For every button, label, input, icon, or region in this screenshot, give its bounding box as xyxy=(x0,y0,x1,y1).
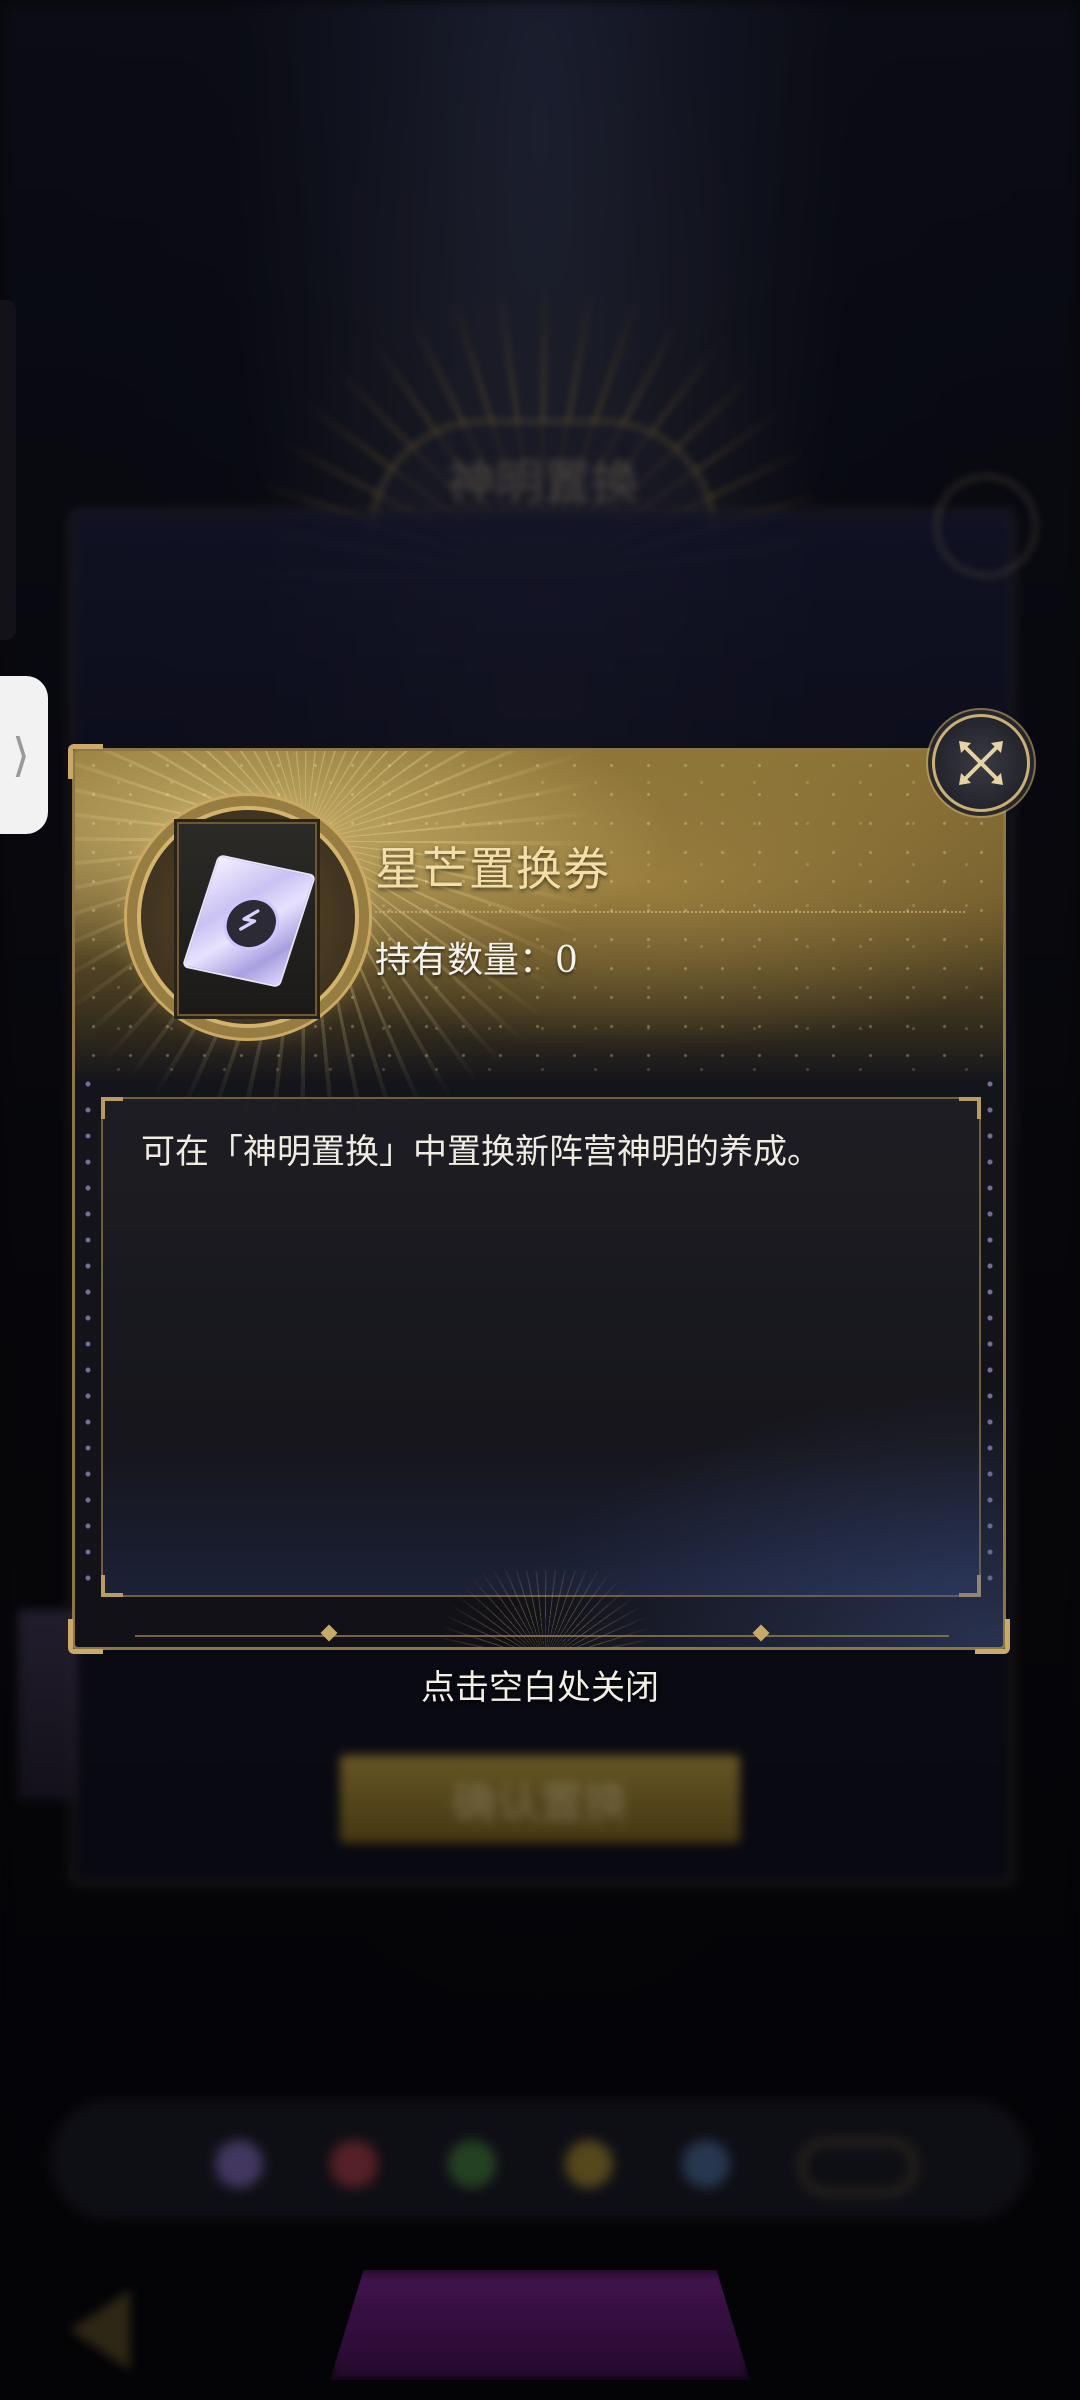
item-description: 可在「神明置换」中置换新阵营神明的养成。 xyxy=(141,1132,821,1172)
tap-to-close-hint: 点击空白处关闭 xyxy=(421,1668,659,1708)
item-name: 星芒置换券 xyxy=(375,842,610,896)
item-icon-card xyxy=(177,822,317,1016)
header-divider xyxy=(375,911,965,913)
modal-frame: 星芒置换券 持有数量：0 可在「神明置换」中置换新阵营神明的养成。 xyxy=(72,748,1006,1650)
footer-divider xyxy=(135,1635,949,1637)
footer-diamond-ornament xyxy=(320,1624,338,1642)
item-count-value: 0 xyxy=(555,940,578,981)
side-strip xyxy=(0,300,16,640)
close-icon xyxy=(959,741,1003,785)
corner-ornament xyxy=(101,1575,123,1597)
frame-corner-ornament xyxy=(68,744,103,779)
frame-corner-ornament xyxy=(975,1619,1010,1654)
corner-ornament xyxy=(101,1097,123,1119)
modal-header: 星芒置换券 持有数量：0 xyxy=(75,751,1003,1191)
footer-rays xyxy=(415,1571,675,1647)
corner-ornament xyxy=(959,1097,981,1119)
side-panel-handle[interactable]: ⟩ xyxy=(0,676,48,834)
item-detail-modal: 星芒置换券 持有数量：0 可在「神明置换」中置换新阵营神明的养成。 xyxy=(68,744,1010,1654)
ticket-icon xyxy=(181,854,317,988)
chevron-right-icon: ⟩ xyxy=(12,728,30,782)
item-count-label: 持有数量： xyxy=(375,940,556,981)
item-count: 持有数量：0 xyxy=(375,931,578,983)
frame-corner-ornament xyxy=(68,1619,103,1654)
ticket-emblem-icon xyxy=(216,892,287,955)
frame-dots-left xyxy=(85,1071,91,1591)
close-button[interactable] xyxy=(932,714,1030,812)
